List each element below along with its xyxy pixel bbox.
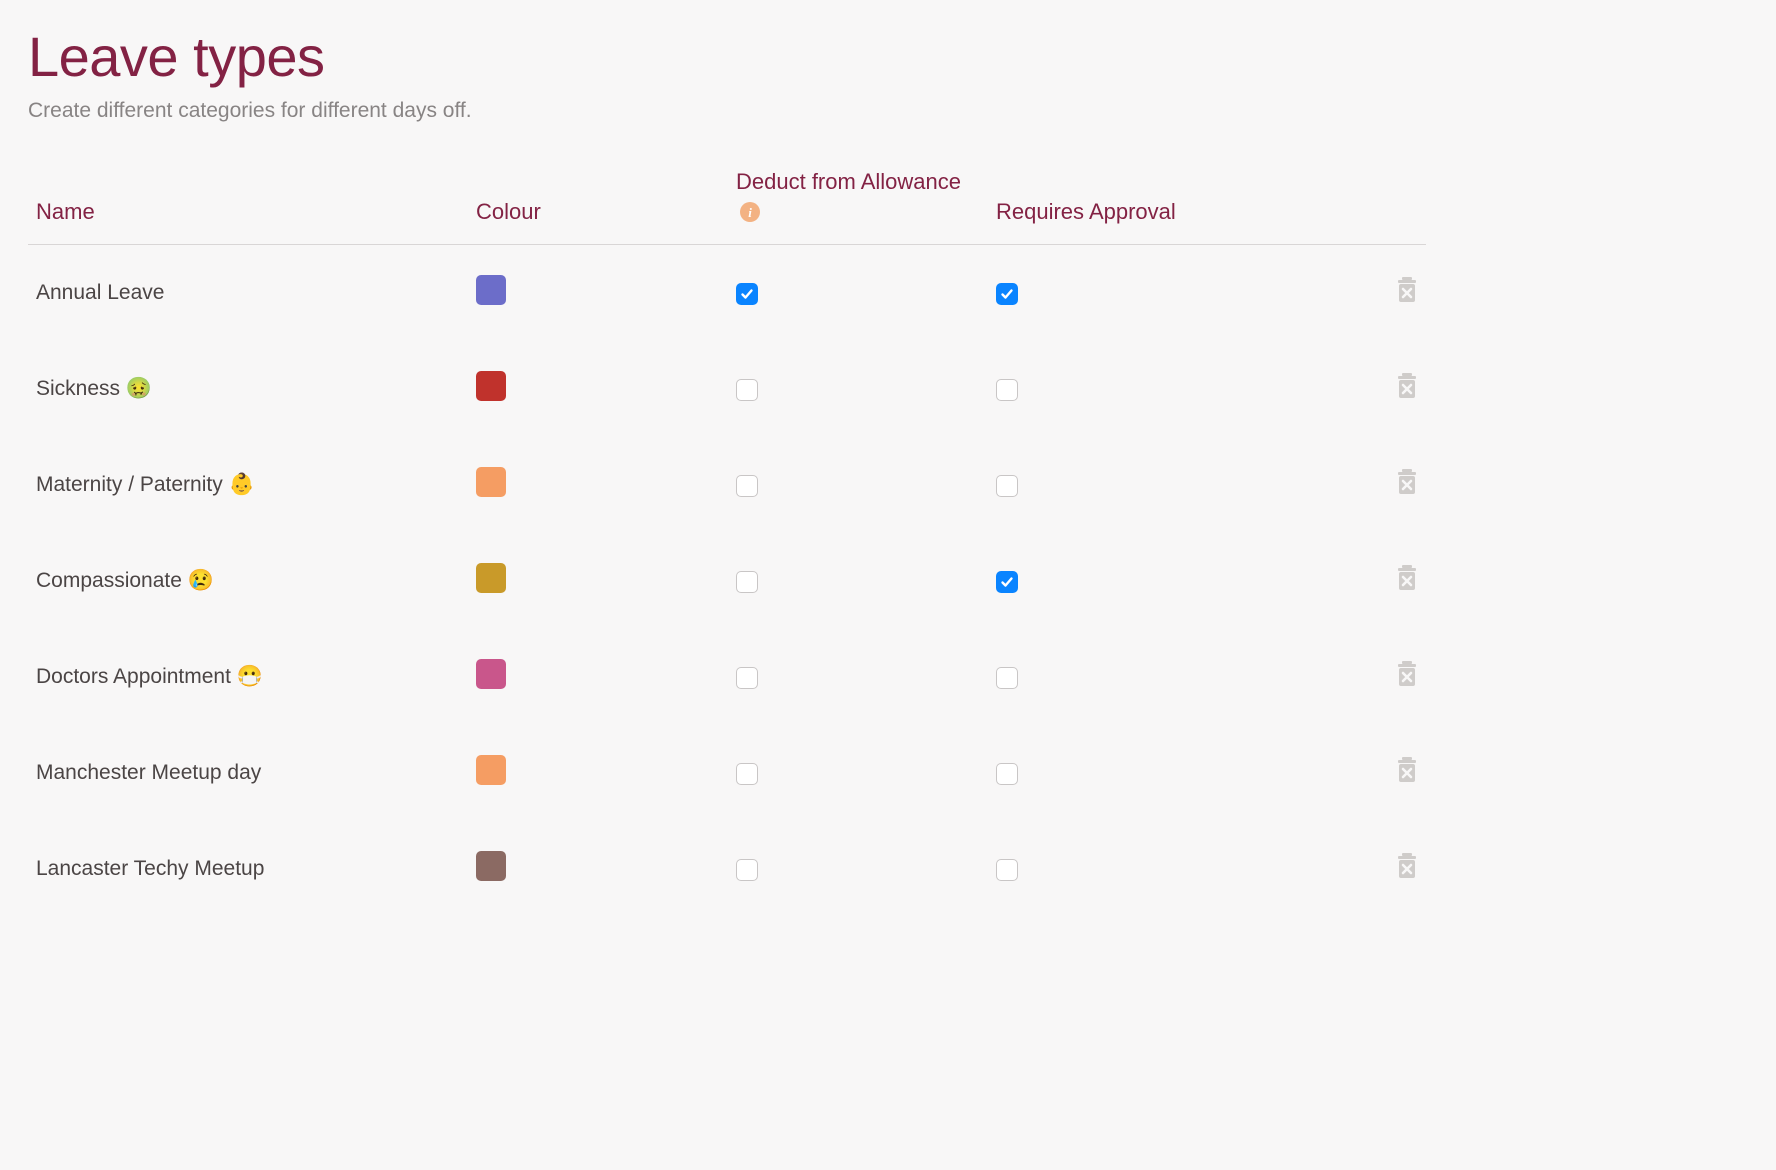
delete-icon[interactable] — [1396, 853, 1418, 879]
info-icon[interactable]: i — [740, 202, 760, 222]
approval-cell — [988, 341, 1218, 437]
column-header-actions — [1218, 167, 1426, 245]
column-header-deduct: Deduct from Allowance i — [728, 167, 988, 245]
actions-cell — [1218, 245, 1426, 342]
delete-icon[interactable] — [1396, 373, 1418, 399]
deduct-checkbox[interactable] — [736, 475, 758, 497]
approval-checkbox[interactable] — [996, 667, 1018, 689]
colour-swatch[interactable] — [476, 371, 506, 401]
actions-cell — [1218, 341, 1426, 437]
colour-swatch[interactable] — [476, 275, 506, 305]
deduct-checkbox[interactable] — [736, 379, 758, 401]
table-row: Doctors Appointment 😷 — [28, 629, 1426, 725]
approval-cell — [988, 533, 1218, 629]
colour-swatch[interactable] — [476, 659, 506, 689]
delete-icon[interactable] — [1396, 469, 1418, 495]
colour-swatch[interactable] — [476, 563, 506, 593]
colour-swatch[interactable] — [476, 755, 506, 785]
column-header-deduct-label: Deduct from Allowance — [736, 169, 961, 194]
table-row: Maternity / Paternity 👶 — [28, 437, 1426, 533]
approval-checkbox[interactable] — [996, 475, 1018, 497]
approval-cell — [988, 725, 1218, 821]
deduct-checkbox[interactable] — [736, 667, 758, 689]
delete-icon[interactable] — [1396, 661, 1418, 687]
approval-cell — [988, 629, 1218, 725]
deduct-checkbox[interactable] — [736, 763, 758, 785]
leave-type-name: Compassionate 😢 — [28, 533, 468, 629]
approval-cell — [988, 437, 1218, 533]
approval-checkbox[interactable] — [996, 571, 1018, 593]
actions-cell — [1218, 629, 1426, 725]
leave-type-name: Doctors Appointment 😷 — [28, 629, 468, 725]
table-row: Annual Leave — [28, 245, 1426, 342]
table-row: Sickness 🤢 — [28, 341, 1426, 437]
deduct-cell — [728, 437, 988, 533]
leave-type-colour-cell — [468, 437, 728, 533]
leave-type-colour-cell — [468, 533, 728, 629]
leave-type-colour-cell — [468, 245, 728, 342]
leave-type-colour-cell — [468, 821, 728, 917]
column-header-colour: Colour — [468, 167, 728, 245]
approval-checkbox[interactable] — [996, 763, 1018, 785]
leave-type-name: Lancaster Techy Meetup — [28, 821, 468, 917]
column-header-approval: Requires Approval — [988, 167, 1218, 245]
leave-type-name: Manchester Meetup day — [28, 725, 468, 821]
leave-type-name: Maternity / Paternity 👶 — [28, 437, 468, 533]
leave-type-name: Annual Leave — [28, 245, 468, 342]
leave-type-name: Sickness 🤢 — [28, 341, 468, 437]
approval-cell — [988, 245, 1218, 342]
table-row: Compassionate 😢 — [28, 533, 1426, 629]
approval-checkbox[interactable] — [996, 283, 1018, 305]
deduct-checkbox[interactable] — [736, 283, 758, 305]
actions-cell — [1218, 533, 1426, 629]
delete-icon[interactable] — [1396, 757, 1418, 783]
colour-swatch[interactable] — [476, 467, 506, 497]
approval-checkbox[interactable] — [996, 379, 1018, 401]
delete-icon[interactable] — [1396, 565, 1418, 591]
actions-cell — [1218, 821, 1426, 917]
deduct-cell — [728, 629, 988, 725]
table-row: Lancaster Techy Meetup — [28, 821, 1426, 917]
deduct-checkbox[interactable] — [736, 571, 758, 593]
actions-cell — [1218, 437, 1426, 533]
deduct-cell — [728, 725, 988, 821]
colour-swatch[interactable] — [476, 851, 506, 881]
leave-type-colour-cell — [468, 341, 728, 437]
page-title: Leave types — [28, 24, 1426, 89]
deduct-checkbox[interactable] — [736, 859, 758, 881]
column-header-name: Name — [28, 167, 468, 245]
actions-cell — [1218, 725, 1426, 821]
table-row: Manchester Meetup day — [28, 725, 1426, 821]
deduct-cell — [728, 245, 988, 342]
approval-checkbox[interactable] — [996, 859, 1018, 881]
delete-icon[interactable] — [1396, 277, 1418, 303]
leave-type-colour-cell — [468, 725, 728, 821]
page-subtitle: Create different categories for differen… — [28, 99, 1426, 123]
deduct-cell — [728, 533, 988, 629]
approval-cell — [988, 821, 1218, 917]
deduct-cell — [728, 341, 988, 437]
deduct-cell — [728, 821, 988, 917]
leave-types-table: Name Colour Deduct from Allowance i Requ… — [28, 167, 1426, 917]
leave-type-colour-cell — [468, 629, 728, 725]
